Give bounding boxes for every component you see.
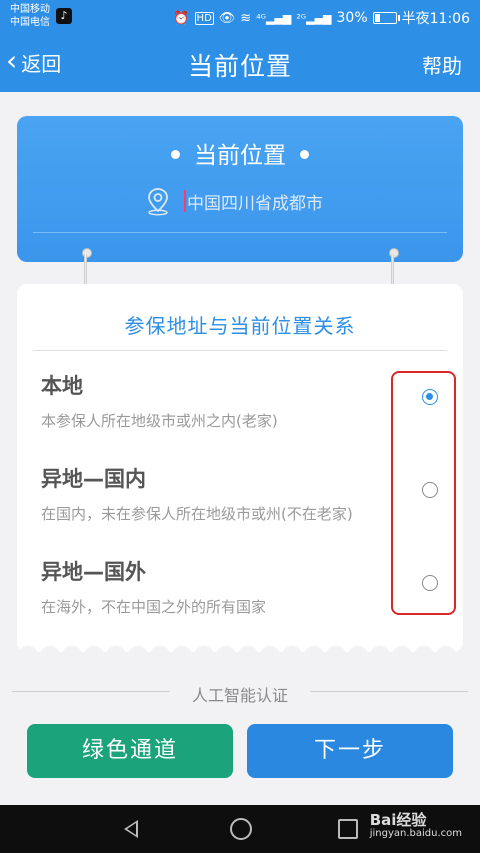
map-pin-icon (148, 188, 168, 216)
watermark-brand: Bai经验 (369, 811, 427, 829)
option-domestic[interactable]: 异地—国内 在国内，未在参保人所在地级市或州(不在老家) (41, 463, 353, 524)
option-title: 异地—国外 (41, 560, 146, 584)
hd-icon: HD (194, 11, 214, 25)
wifi-icon: ≋ (240, 10, 252, 26)
nav-bar: ‹ 返回 当前位置 帮助 (0, 34, 480, 92)
option-desc: 本参保人所在地级市或州之内(老家) (41, 412, 278, 430)
location-row[interactable]: 中国四川省成都市 (144, 186, 323, 216)
option-local[interactable]: 本地 本参保人所在地级市或州之内(老家) (41, 370, 278, 431)
next-step-button[interactable]: 下一步 (247, 724, 453, 778)
green-channel-button[interactable]: 绿色通道 (27, 724, 233, 778)
carrier-1: 中国移动 (10, 4, 50, 15)
battery-percent: 30% (336, 10, 368, 26)
location-card: 当前位置 中国四川省成都市 (17, 116, 463, 262)
status-icons: ⏰ HD 👁 ≋ ⁴ᴳ▂▄▆ ²ᴳ▂▄▆ 30% 半夜11:06 (173, 8, 470, 28)
option-desc: 在海外，不在中国之外的所有国家 (41, 598, 267, 616)
dot-icon (171, 150, 180, 159)
location-text: 中国四川省成都市 (187, 193, 323, 214)
relation-divider (33, 350, 447, 351)
triangle-back-icon[interactable] (124, 820, 138, 838)
battery-icon (372, 12, 400, 24)
dot-icon (300, 150, 309, 159)
option-desc: 在国内，未在参保人所在地级市或州(不在老家) (41, 505, 353, 523)
battery-fill (374, 14, 380, 22)
option-title: 本地 (41, 374, 83, 398)
status-bar: 中国移动 中国电信 ♪ ⏰ HD 👁 ≋ ⁴ᴳ▂▄▆ ²ᴳ▂▄▆ 30% 半夜1… (0, 0, 480, 34)
page-title: 当前位置 (187, 52, 292, 81)
location-card-title: 当前位置 (17, 136, 463, 170)
eye-icon: 👁 (218, 10, 236, 26)
carrier-info: 中国移动 中国电信 (10, 3, 50, 29)
watermark: Bai经验 jingyan.baidu.com (370, 809, 462, 839)
signal-4g-icon: ⁴ᴳ▂▄▆ (256, 11, 292, 25)
text-cursor (184, 190, 186, 212)
watermark-url: jingyan.baidu.com (369, 828, 462, 839)
help-button[interactable]: 帮助 (422, 50, 462, 79)
clock: 半夜11:06 (401, 11, 470, 27)
option-abroad[interactable]: 异地—国外 在海外，不在中国之外的所有国家 (41, 556, 266, 617)
square-recent-icon[interactable] (338, 819, 358, 839)
divider-text: 人工智能认证 (191, 686, 288, 705)
divider-line-right (310, 691, 468, 692)
signal-2g-icon: ²ᴳ▂▄▆ (296, 11, 332, 25)
ai-auth-divider: 人工智能认证 (12, 682, 468, 705)
carrier-2: 中国电信 (10, 17, 50, 28)
highlight-box (391, 371, 456, 615)
circle-home-icon[interactable] (230, 818, 252, 840)
system-nav-bar: Bai经验 jingyan.baidu.com (0, 805, 480, 853)
tiktok-icon: ♪ (56, 8, 72, 24)
location-divider (33, 232, 447, 233)
alarm-icon: ⏰ (173, 10, 190, 26)
option-title: 异地—国内 (41, 467, 146, 491)
relation-card-title: 参保地址与当前位置关系 (124, 314, 356, 338)
card-scallop-edge (17, 641, 463, 657)
location-title-text: 当前位置 (194, 143, 286, 169)
